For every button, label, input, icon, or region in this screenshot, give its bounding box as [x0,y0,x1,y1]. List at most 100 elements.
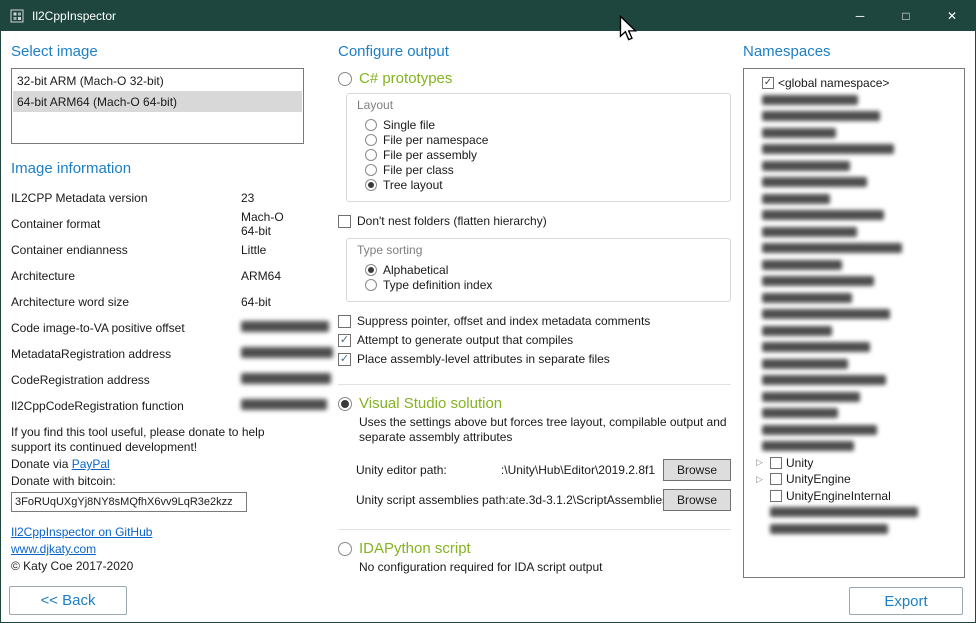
radio-idapython-script[interactable]: IDAPython script [338,540,731,557]
unity-script-path-label: Unity script assemblies path: [356,493,509,507]
namespace-item-redacted[interactable] [748,207,960,224]
namespace-item-redacted[interactable] [748,191,960,208]
info-row: CodeRegistration address [11,367,304,393]
radio-label: File per assembly [383,148,477,162]
radio-label: IDAPython script [359,540,471,557]
radio-tree-layout[interactable]: Tree layout [365,177,720,192]
radio-icon [365,164,377,176]
idapython-description: No configuration required for IDA script… [359,560,731,575]
github-link[interactable]: Il2CppInspector on GitHub [11,525,152,539]
namespace-item-redacted[interactable] [748,306,960,323]
namespace-item-unityengine[interactable]: ▷ UnityEngine [748,471,960,488]
radio-single-file[interactable]: Single file [365,117,720,132]
image-list-item-label: 32-bit ARM (Mach-O 32-bit) [17,74,164,88]
info-value: 23 [241,191,304,205]
section-divider [338,529,731,530]
checkbox-label: Suppress pointer, offset and index metad… [357,314,650,328]
redacted-value [241,347,333,361]
namespace-item-redacted[interactable] [748,273,960,290]
checkbox-icon [338,215,351,228]
namespace-item-redacted[interactable] [748,125,960,142]
radio-type-definition-index[interactable]: Type definition index [365,277,720,292]
paypal-link[interactable]: PayPal [72,457,110,471]
namespace-item-unity[interactable]: ▷ Unity [748,455,960,472]
radio-icon [365,279,377,291]
website-link[interactable]: www.djkaty.com [11,542,96,556]
expander-icon[interactable]: ▷ [756,475,766,484]
namespace-item-redacted[interactable] [748,372,960,389]
radio-label: File per namespace [383,133,488,147]
radio-visual-studio-solution[interactable]: Visual Studio solution [338,395,731,412]
app-window: Il2CppInspector ─ □ ✕ Select image 32-bi… [0,0,976,623]
namespace-item-redacted[interactable] [748,356,960,373]
namespace-item-unityengineinternal[interactable]: UnityEngineInternal [748,488,960,505]
namespace-item-redacted[interactable] [748,504,960,521]
checkbox-generate-compilable-output[interactable]: Attempt to generate output that compiles [338,333,731,347]
namespaces-list[interactable]: <global namespace> [743,68,965,578]
image-list-item-label: 64-bit ARM64 (Mach-O 64-bit) [17,95,177,109]
main-content: Select image 32-bit ARM (Mach-O 32-bit) … [1,31,975,622]
unity-script-path-value: ate.3d-3.1.2\ScriptAssemblies [509,493,663,507]
radio-label: Alphabetical [383,263,448,277]
close-button[interactable]: ✕ [929,1,975,31]
image-list-item[interactable]: 64-bit ARM64 (Mach-O 64-bit) [13,91,302,112]
checkbox-icon [770,457,782,469]
radio-icon [365,119,377,131]
radio-label: Visual Studio solution [359,395,502,412]
radio-icon [338,542,352,556]
checkbox-suppress-metadata-comments[interactable]: Suppress pointer, offset and index metad… [338,314,731,328]
namespace-item-redacted[interactable] [748,224,960,241]
image-info-table: IL2CPP Metadata version 23 Container for… [11,185,304,419]
namespace-item-redacted[interactable] [748,521,960,538]
radio-file-per-class[interactable]: File per class [365,162,720,177]
namespace-item-redacted[interactable] [748,158,960,175]
radio-file-per-namespace[interactable]: File per namespace [365,132,720,147]
radio-file-per-assembly[interactable]: File per assembly [365,147,720,162]
namespace-item-redacted[interactable] [748,240,960,257]
info-label: Container format [11,217,241,231]
namespace-item-redacted[interactable] [748,438,960,455]
namespace-item-redacted[interactable] [748,323,960,340]
info-value: ARM64 [241,269,304,283]
info-label: Code image-to-VA positive offset [11,321,241,335]
checkbox-assembly-attributes-separate-files[interactable]: Place assembly-level attributes in separ… [338,352,731,366]
window-title: Il2CppInspector [32,9,116,23]
radio-label: File per class [383,163,454,177]
checkbox-label: Place assembly-level attributes in separ… [357,352,610,366]
namespace-item-redacted[interactable] [748,141,960,158]
donate-via-text: Donate via [11,457,72,471]
browse-unity-editor-button[interactable]: Browse [663,459,731,481]
namespace-item-redacted[interactable] [748,389,960,406]
back-button[interactable]: << Back [9,586,127,615]
namespace-item-redacted[interactable] [748,405,960,422]
namespace-item-redacted[interactable] [748,422,960,439]
minimize-button[interactable]: ─ [837,1,883,31]
checkbox-flatten-hierarchy[interactable]: Don't nest folders (flatten hierarchy) [338,214,731,228]
namespace-item-redacted[interactable] [748,108,960,125]
checkbox-label: Don't nest folders (flatten hierarchy) [357,214,547,228]
radio-icon [365,149,377,161]
checkbox-icon [338,315,351,328]
window-controls: ─ □ ✕ [837,1,975,31]
checkbox-icon [762,77,774,89]
bitcoin-address-input[interactable] [11,492,247,512]
image-list-item[interactable]: 32-bit ARM (Mach-O 32-bit) [13,70,302,91]
expander-icon[interactable]: ▷ [756,458,766,467]
namespace-item-redacted[interactable] [748,290,960,307]
browse-script-assemblies-button[interactable]: Browse [663,489,731,511]
namespace-item-global[interactable]: <global namespace> [748,75,960,92]
radio-icon [338,72,352,86]
namespace-item-redacted[interactable] [748,339,960,356]
radio-alphabetical[interactable]: Alphabetical [365,262,720,277]
radio-csharp-prototypes[interactable]: C# prototypes [338,70,731,87]
namespace-item-redacted[interactable] [748,257,960,274]
checkbox-icon [338,353,351,366]
image-listbox[interactable]: 32-bit ARM (Mach-O 32-bit) 64-bit ARM64 … [11,68,304,144]
radio-icon [365,264,377,276]
namespace-item-redacted[interactable] [748,92,960,109]
export-button[interactable]: Export [849,587,963,615]
namespace-item-redacted[interactable] [748,174,960,191]
maximize-button[interactable]: □ [883,1,929,31]
app-icon [10,9,24,23]
info-label: CodeRegistration address [11,373,241,387]
